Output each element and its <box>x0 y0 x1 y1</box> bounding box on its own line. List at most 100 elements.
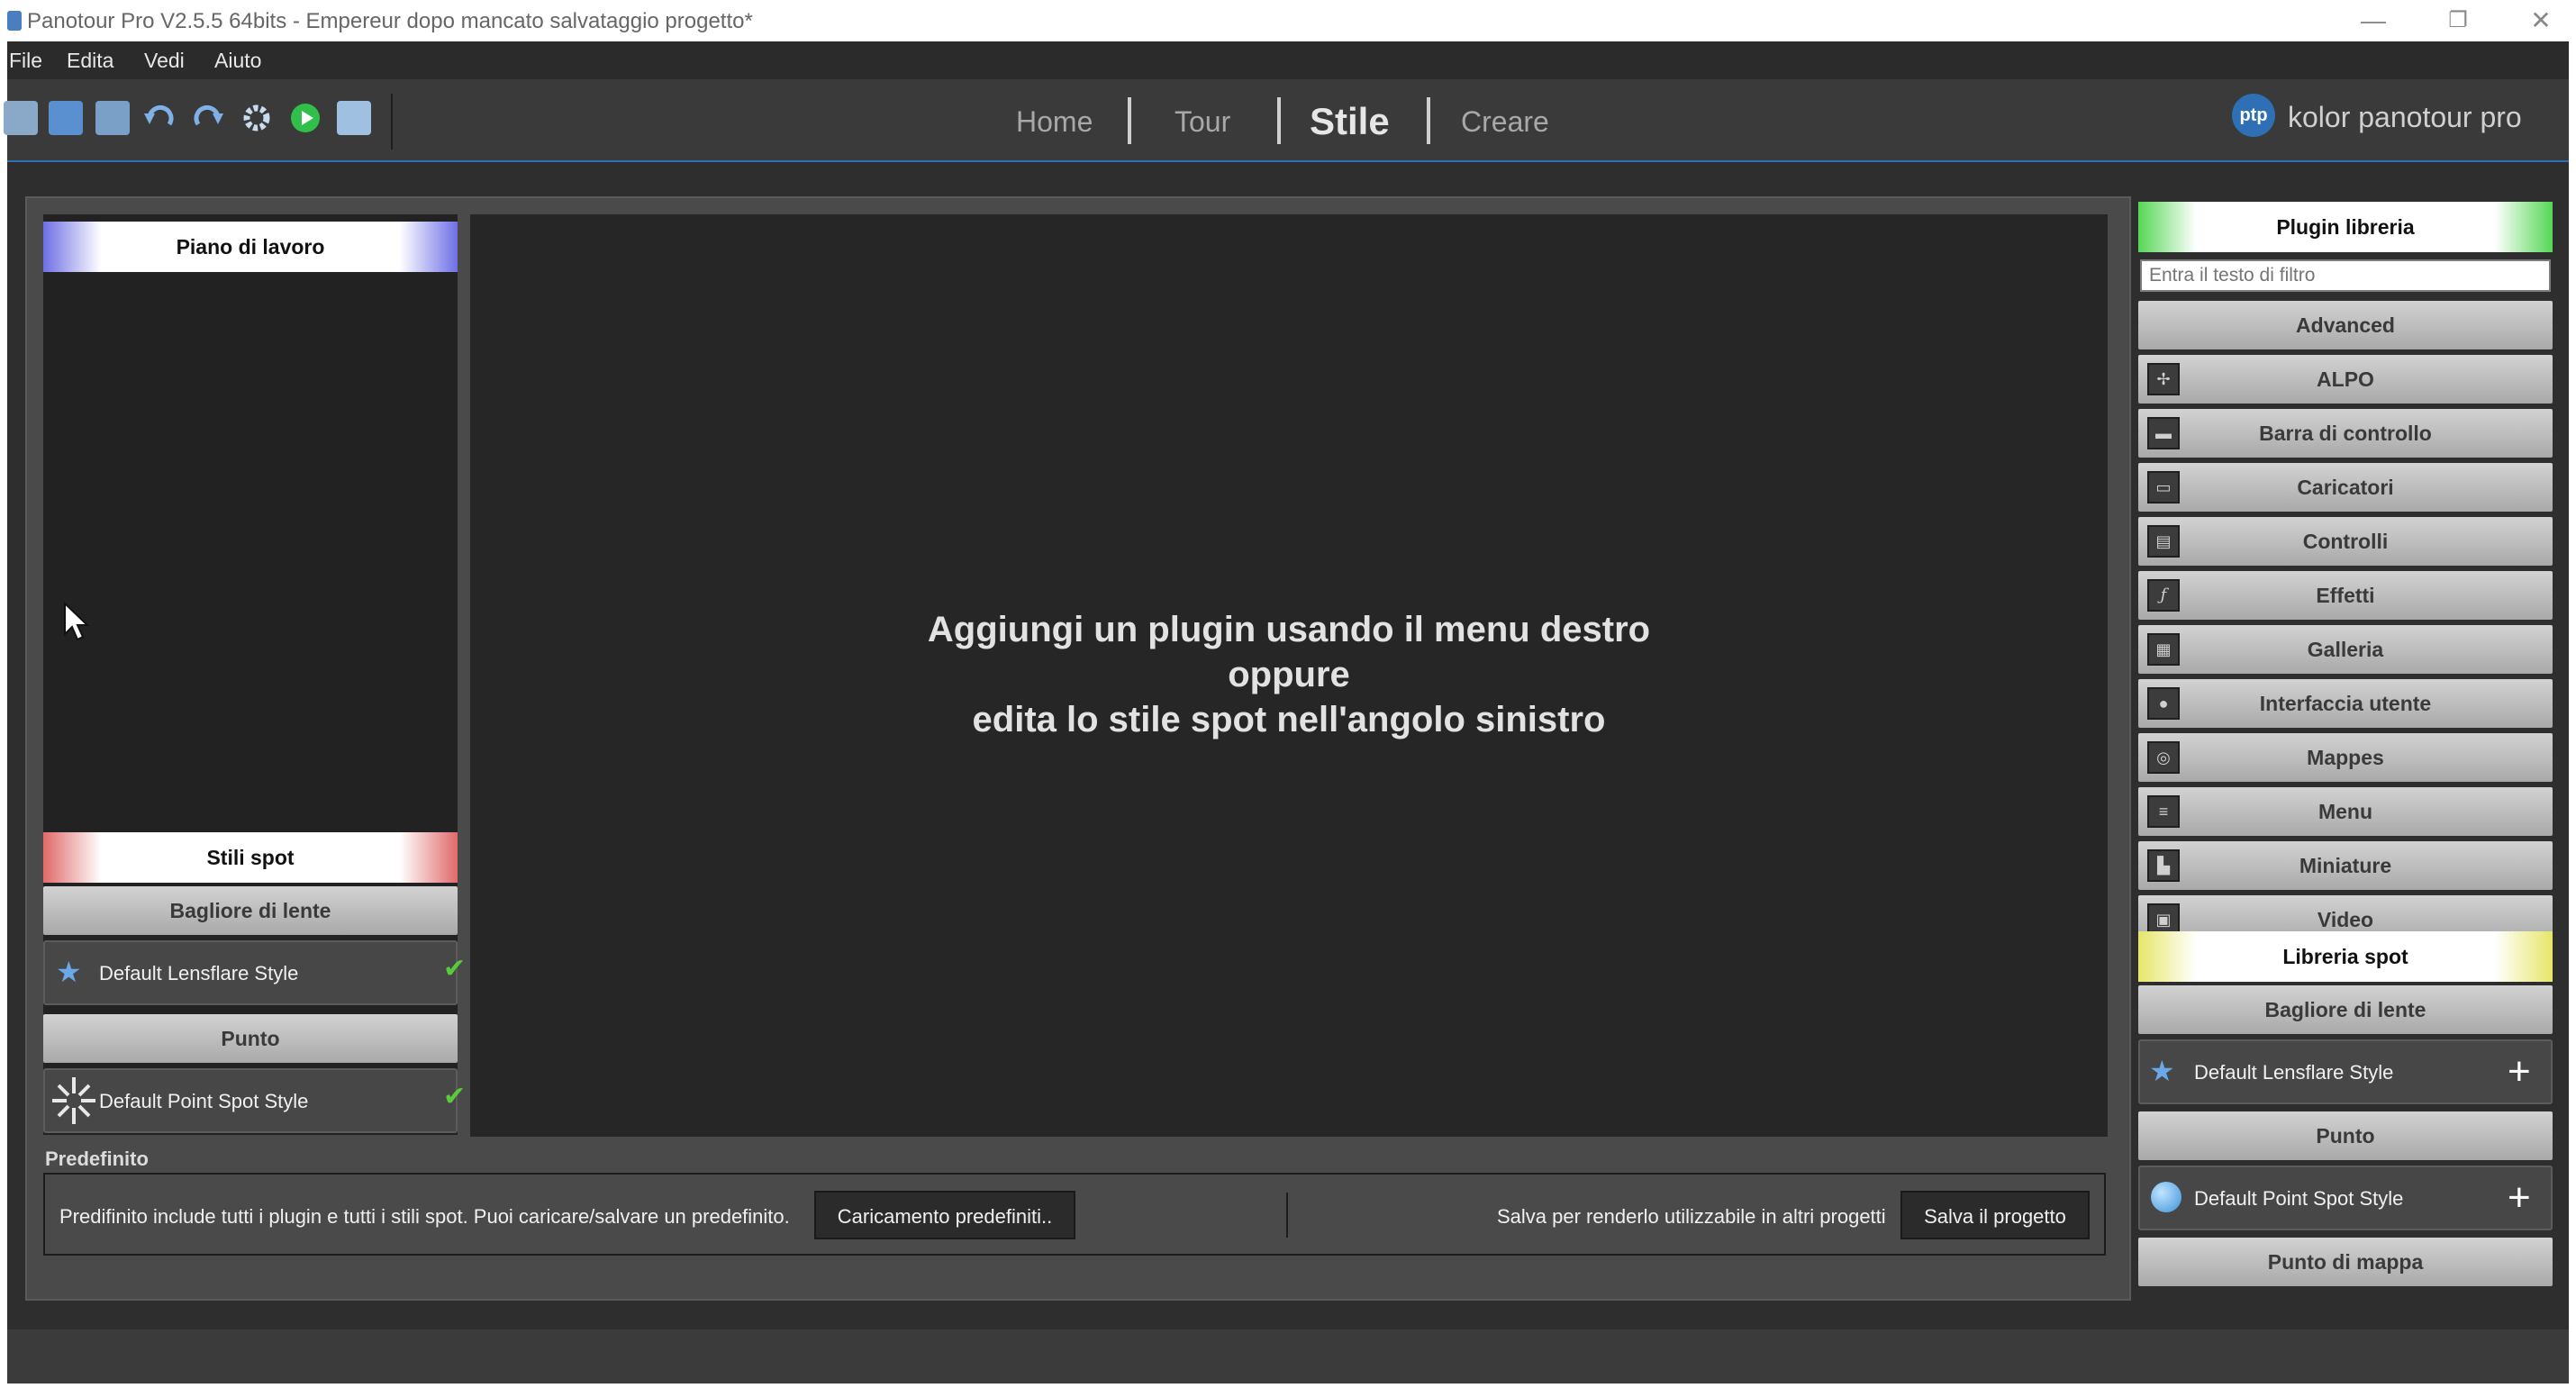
add-image-icon[interactable] <box>95 101 130 135</box>
menu-bar <box>7 41 2569 79</box>
tab-tour[interactable]: Tour <box>1175 90 1230 153</box>
plugin-label: Controlli <box>2138 517 2553 566</box>
publish-folder-icon[interactable] <box>337 101 371 135</box>
check-icon: ✔ <box>443 954 467 984</box>
spot-library-header: Libreria spot <box>2138 931 2553 982</box>
empty-state-message: Aggiungi un plugin usando il menu destro… <box>470 607 2108 742</box>
menu-aiuto[interactable]: Aiuto <box>214 41 261 79</box>
preset-description: Predifinito include tutti i plugin e tut… <box>59 1205 790 1228</box>
workspace-header: Piano di lavoro <box>43 222 458 272</box>
window-title: Panotour Pro V2.5.5 64bits - Empereur do… <box>27 9 753 33</box>
status-strip <box>7 1329 2569 1383</box>
message-line-2: oppure <box>1228 655 1350 694</box>
plugin-thumbnails[interactable]: Miniature ▙ <box>2138 841 2553 890</box>
video-icon: ▣ <box>2147 903 2180 931</box>
library-point-item[interactable]: Default Point Spot Style + <box>2138 1166 2553 1230</box>
lensflare-style-label: Default Lensflare Style <box>99 962 299 984</box>
plugin-controls[interactable]: Controlli ▤ <box>2138 517 2553 566</box>
control-bar-icon: ▬ <box>2147 417 2180 449</box>
lensflare-category[interactable]: Bagliore di lente <box>43 886 458 935</box>
plugin-video[interactable]: Video ▣ <box>2138 895 2553 931</box>
effects-fx-icon: ƒ <box>2147 579 2180 612</box>
library-map-point-category[interactable]: Punto di mappa <box>2138 1238 2553 1286</box>
library-lensflare-label: Default Lensflare Style <box>2194 1061 2394 1084</box>
tab-separator <box>1427 97 1430 144</box>
menu-vedi[interactable]: Vedi <box>144 41 185 79</box>
minimize-button[interactable]: — <box>2342 0 2405 41</box>
library-point-category[interactable]: Punto <box>2138 1111 2553 1160</box>
preset-label: Predefinito <box>45 1148 149 1170</box>
plugin-library-header: Plugin libreria <box>2138 202 2553 252</box>
point-spot-icon <box>2151 1182 2181 1212</box>
plugin-loaders[interactable]: Caricatori ▭ <box>2138 463 2553 512</box>
plugin-label: Effetti <box>2138 571 2553 620</box>
plugin-filter-input[interactable] <box>2140 259 2551 292</box>
plugin-label: Miniature <box>2138 841 2553 890</box>
library-point-label: Default Point Spot Style <box>2194 1187 2404 1210</box>
maps-globe-icon: ◎ <box>2147 741 2180 774</box>
plugin-alpo[interactable]: ALPO ✢ <box>2138 355 2553 404</box>
close-button[interactable]: ✕ <box>2509 0 2572 41</box>
load-preset-button[interactable]: Caricamento predefiniti.. <box>814 1191 1075 1239</box>
restore-button[interactable]: ❐ <box>2426 0 2490 41</box>
plugin-label: Caricatori <box>2138 463 2553 512</box>
message-line-3: edita lo stile spot nell'angolo sinistro <box>972 700 1606 739</box>
save-icon[interactable] <box>49 101 83 135</box>
point-style-label: Default Point Spot Style <box>99 1090 309 1112</box>
plugin-control-bar[interactable]: Barra di controllo ▬ <box>2138 409 2553 458</box>
tab-separator <box>1277 97 1281 144</box>
spot-styles-header: Stili spot <box>43 832 458 883</box>
plugin-user-interface[interactable]: Interfaccia utente ● <box>2138 679 2553 728</box>
point-style-item[interactable]: Default Point Spot Style ✔ <box>43 1068 466 1133</box>
open-folder-icon[interactable] <box>4 101 38 135</box>
plugin-label: Mappes <box>2138 733 2553 782</box>
menu-icon: ≡ <box>2147 795 2180 828</box>
brand-logo: ptp <box>2232 94 2275 137</box>
play-icon[interactable] <box>288 101 322 135</box>
plugin-label: Galleria <box>2138 625 2553 674</box>
undo-icon[interactable] <box>142 101 177 135</box>
tab-stile[interactable]: Stile <box>1310 90 1390 153</box>
message-line-1: Aggiungi un plugin usando il menu destro <box>927 610 1651 649</box>
plugin-maps[interactable]: Mappes ◎ <box>2138 733 2553 782</box>
menu-edita[interactable]: Edita <box>67 41 113 79</box>
save-hint: Salva per renderlo utilizzabile in altri… <box>1497 1205 1886 1228</box>
tab-creare[interactable]: Creare <box>1461 90 1549 153</box>
save-project-button[interactable]: Salva il progetto <box>1900 1191 2090 1239</box>
add-icon[interactable]: + <box>2508 1178 2531 1218</box>
menu-file[interactable]: File <box>9 41 42 79</box>
plugin-label: ALPO <box>2138 355 2553 404</box>
check-icon: ✔ <box>443 1082 467 1111</box>
plugin-label: Barra di controllo <box>2138 409 2553 458</box>
lensflare-style-item[interactable]: ★ Default Lensflare Style ✔ <box>43 940 466 1005</box>
plugin-gallery[interactable]: Galleria ▦ <box>2138 625 2553 674</box>
user-interface-icon: ● <box>2147 687 2180 720</box>
tab-separator <box>1128 97 1131 144</box>
advanced-category[interactable]: Advanced <box>2138 301 2553 349</box>
plugin-effects[interactable]: Effetti ƒ <box>2138 571 2553 620</box>
star-icon: ★ <box>56 956 82 988</box>
plugin-label: Interfaccia utente <box>2138 679 2553 728</box>
loaders-icon: ▭ <box>2147 471 2180 503</box>
toolbar-separator <box>391 94 393 150</box>
tab-home[interactable]: Home <box>1016 90 1093 153</box>
redo-icon[interactable] <box>191 101 225 135</box>
mouse-cursor-icon <box>63 601 90 641</box>
controls-icon: ▤ <box>2147 525 2180 558</box>
thumbnails-icon: ▙ <box>2147 849 2180 882</box>
star-icon: ★ <box>2149 1055 2175 1087</box>
gallery-icon: ▦ <box>2147 633 2180 666</box>
settings-gear-icon[interactable] <box>240 101 274 135</box>
preset-separator <box>1286 1193 1288 1238</box>
point-spot-icon <box>49 1074 99 1128</box>
point-category[interactable]: Punto <box>43 1014 458 1063</box>
brand-name: kolor panotour pro <box>2288 101 2522 133</box>
alpo-icon: ✢ <box>2147 363 2180 395</box>
app-logo-icon <box>7 11 22 31</box>
add-icon[interactable]: + <box>2508 1052 2531 1092</box>
library-lensflare-item[interactable]: ★ Default Lensflare Style + <box>2138 1039 2553 1104</box>
plugin-label: Video <box>2138 895 2553 931</box>
library-lensflare-category[interactable]: Bagliore di lente <box>2138 985 2553 1034</box>
plugin-label: Menu <box>2138 787 2553 836</box>
plugin-menu[interactable]: Menu ≡ <box>2138 787 2553 836</box>
